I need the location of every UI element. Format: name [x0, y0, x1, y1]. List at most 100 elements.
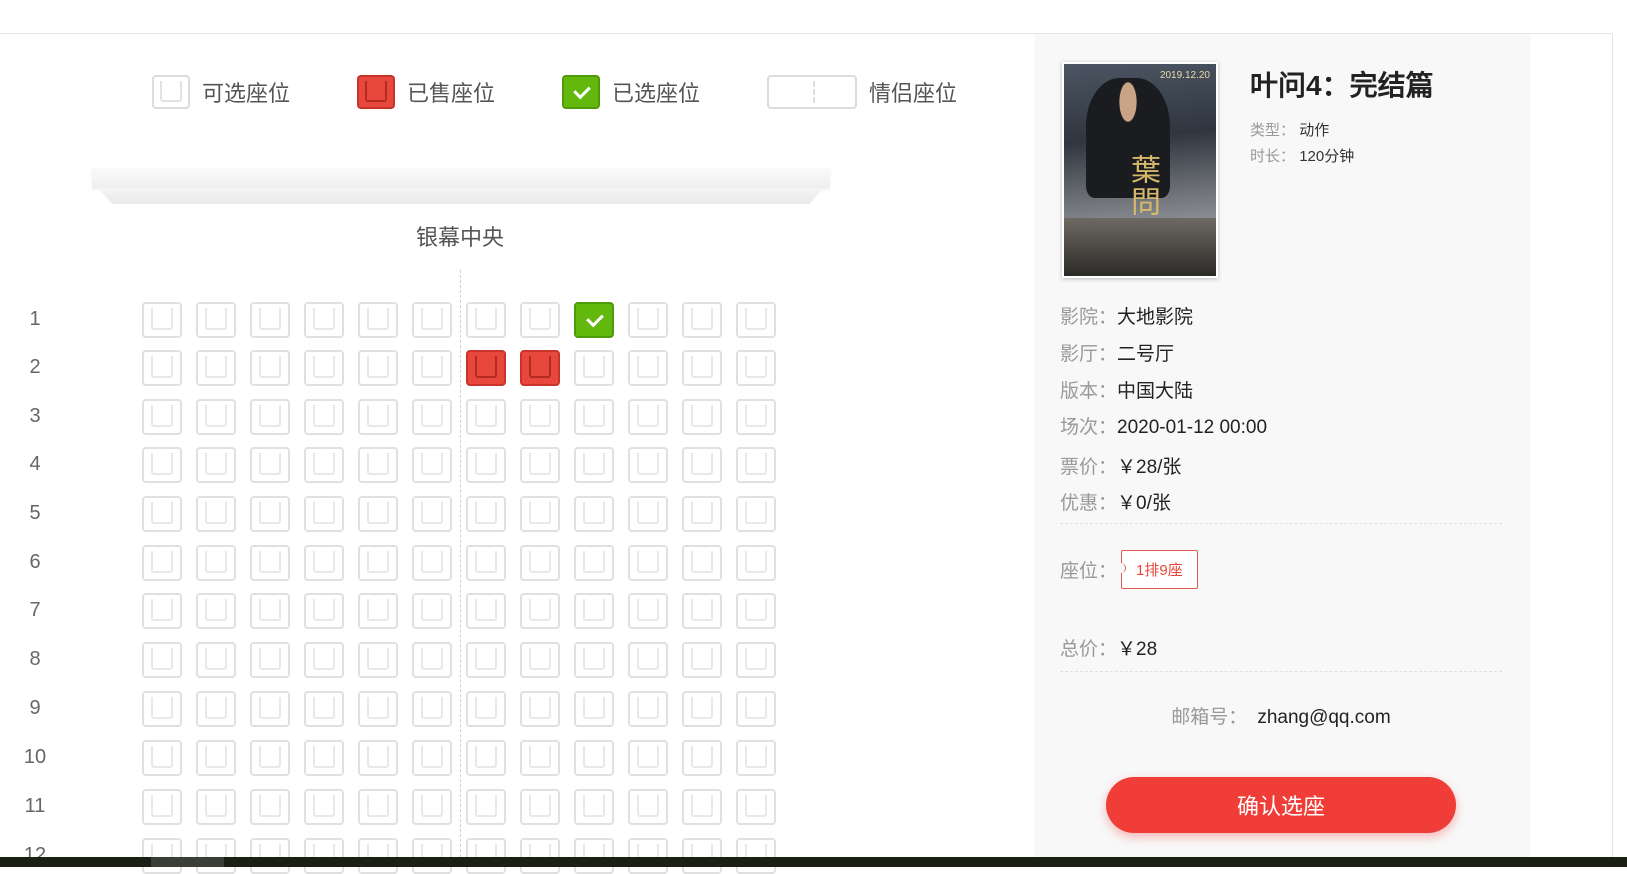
seat-available[interactable] [250, 642, 290, 678]
seat-available[interactable] [736, 447, 776, 483]
seat-available[interactable] [196, 691, 236, 727]
seat-available[interactable] [250, 496, 290, 532]
seat-available[interactable] [304, 642, 344, 678]
seat-available[interactable] [574, 740, 614, 776]
seat-available[interactable] [250, 691, 290, 727]
seat-available[interactable] [304, 496, 344, 532]
seat-available[interactable] [628, 350, 668, 386]
seat-available[interactable] [304, 691, 344, 727]
seat-available[interactable] [682, 691, 722, 727]
seat-available[interactable] [196, 593, 236, 629]
seat-available[interactable] [520, 740, 560, 776]
seat-available[interactable] [466, 447, 506, 483]
seat-available[interactable] [628, 789, 668, 825]
seat-available[interactable] [196, 447, 236, 483]
seat-available[interactable] [142, 789, 182, 825]
seat-available[interactable] [628, 302, 668, 338]
seat-available[interactable] [628, 496, 668, 532]
seat-available[interactable] [466, 740, 506, 776]
seat-available[interactable] [196, 350, 236, 386]
seat-available[interactable] [574, 691, 614, 727]
seat-available[interactable] [520, 302, 560, 338]
seat-available[interactable] [358, 691, 398, 727]
seat-available[interactable] [250, 447, 290, 483]
seat-available[interactable] [628, 838, 668, 874]
seat-available[interactable] [520, 642, 560, 678]
seat-available[interactable] [520, 593, 560, 629]
seat-available[interactable] [682, 496, 722, 532]
seat-selected[interactable] [574, 302, 614, 338]
seat-available[interactable] [520, 447, 560, 483]
seat-available[interactable] [412, 302, 452, 338]
scrollbar-thumb[interactable] [151, 857, 224, 867]
seat-available[interactable] [736, 740, 776, 776]
seat-available[interactable] [682, 593, 722, 629]
seat-available[interactable] [736, 350, 776, 386]
seat-available[interactable] [574, 399, 614, 435]
horizontal-scrollbar[interactable] [0, 857, 1627, 867]
seat-available[interactable] [304, 399, 344, 435]
seat-available[interactable] [736, 302, 776, 338]
seat-available[interactable] [682, 399, 722, 435]
selected-seat-tag[interactable]: 1排9座 [1117, 550, 1198, 589]
seat-available[interactable] [520, 545, 560, 581]
seat-available[interactable] [574, 496, 614, 532]
seat-available[interactable] [412, 350, 452, 386]
seat-available[interactable] [736, 496, 776, 532]
seat-available[interactable] [196, 642, 236, 678]
seat-available[interactable] [466, 789, 506, 825]
seat-available[interactable] [736, 593, 776, 629]
seat-available[interactable] [736, 642, 776, 678]
seat-available[interactable] [628, 447, 668, 483]
seat-available[interactable] [358, 838, 398, 874]
seat-available[interactable] [142, 593, 182, 629]
seat-available[interactable] [250, 302, 290, 338]
seat-available[interactable] [628, 545, 668, 581]
seat-available[interactable] [520, 789, 560, 825]
seat-available[interactable] [196, 302, 236, 338]
seat-available[interactable] [466, 593, 506, 629]
seat-available[interactable] [304, 838, 344, 874]
seat-available[interactable] [412, 642, 452, 678]
seat-available[interactable] [736, 545, 776, 581]
confirm-seat-button[interactable]: 确认选座 [1106, 777, 1456, 833]
seat-available[interactable] [142, 447, 182, 483]
seat-available[interactable] [574, 545, 614, 581]
seat-available[interactable] [358, 789, 398, 825]
seat-available[interactable] [628, 691, 668, 727]
seat-available[interactable] [520, 496, 560, 532]
seat-available[interactable] [250, 350, 290, 386]
seat-available[interactable] [250, 789, 290, 825]
seat-available[interactable] [412, 838, 452, 874]
seat-available[interactable] [682, 789, 722, 825]
seat-available[interactable] [628, 399, 668, 435]
seat-available[interactable] [250, 838, 290, 874]
seat-available[interactable] [142, 350, 182, 386]
seat-available[interactable] [466, 642, 506, 678]
seat-available[interactable] [412, 545, 452, 581]
seat-available[interactable] [736, 838, 776, 874]
seat-available[interactable] [304, 789, 344, 825]
seat-available[interactable] [682, 302, 722, 338]
seat-available[interactable] [142, 302, 182, 338]
seat-available[interactable] [358, 545, 398, 581]
seat-available[interactable] [520, 838, 560, 874]
seat-available[interactable] [142, 642, 182, 678]
seat-available[interactable] [682, 350, 722, 386]
seat-available[interactable] [412, 593, 452, 629]
seat-available[interactable] [142, 691, 182, 727]
seat-available[interactable] [142, 545, 182, 581]
seat-available[interactable] [412, 740, 452, 776]
seat-available[interactable] [358, 302, 398, 338]
seat-available[interactable] [574, 642, 614, 678]
seat-available[interactable] [196, 838, 236, 874]
seat-available[interactable] [736, 789, 776, 825]
seat-available[interactable] [736, 691, 776, 727]
seat-available[interactable] [574, 447, 614, 483]
seat-available[interactable] [466, 838, 506, 874]
seat-available[interactable] [412, 496, 452, 532]
seat-available[interactable] [358, 399, 398, 435]
seat-available[interactable] [466, 496, 506, 532]
seat-available[interactable] [520, 399, 560, 435]
seat-available[interactable] [574, 350, 614, 386]
